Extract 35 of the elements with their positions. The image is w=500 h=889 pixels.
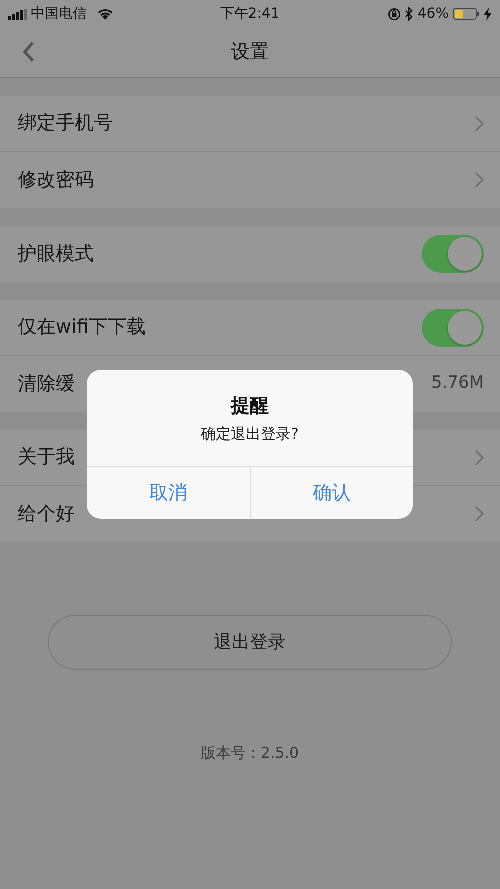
battery-percent: 46% (418, 4, 450, 24)
row-label: 修改密码 (18, 168, 94, 193)
row-label: 清除缓 (18, 372, 75, 397)
settings-row[interactable]: 绑定手机号 (0, 96, 500, 152)
page-title: 设置 (231, 40, 269, 66)
row-label: 关于我 (18, 445, 75, 470)
settings-row[interactable]: 护眼模式 (0, 226, 500, 282)
toggle-switch[interactable] (422, 235, 484, 273)
settings-row[interactable]: 修改密码 (0, 152, 500, 208)
row-label: 护眼模式 (18, 242, 94, 267)
chevron-icon (475, 172, 484, 188)
row-label: 仅在wifi下下载 (18, 315, 146, 340)
row-label: 给个好 (18, 502, 75, 527)
dialog-button[interactable]: 确认 (250, 467, 413, 519)
chevron-icon (475, 450, 484, 466)
carrier-name: 中国电信 (31, 4, 87, 24)
bluetooth-icon (404, 7, 414, 21)
signal-icon (8, 8, 27, 20)
chevron-icon (475, 506, 484, 522)
wifi-icon (97, 8, 114, 20)
charging-icon (484, 8, 492, 20)
chevron-icon (475, 116, 484, 132)
dialog-title: 提醒 (230, 394, 270, 419)
status-time: 下午2:41 (220, 4, 280, 24)
dialog-button[interactable]: 取消 (87, 467, 250, 519)
row-label: 绑定手机号 (18, 111, 113, 136)
toggle-switch[interactable] (422, 308, 484, 346)
settings-row[interactable]: 仅在wifi下下载 (0, 300, 500, 356)
version-text: 版本号：2.5.0 (200, 743, 300, 764)
rotation-lock-icon (388, 8, 401, 20)
dialog-message: 确定退出登录? (200, 424, 300, 444)
battery-icon (453, 8, 480, 20)
back-icon[interactable] (22, 41, 36, 63)
logout-button[interactable]: 退出登录 (48, 615, 452, 670)
cache-size: 5.76M (431, 372, 484, 396)
